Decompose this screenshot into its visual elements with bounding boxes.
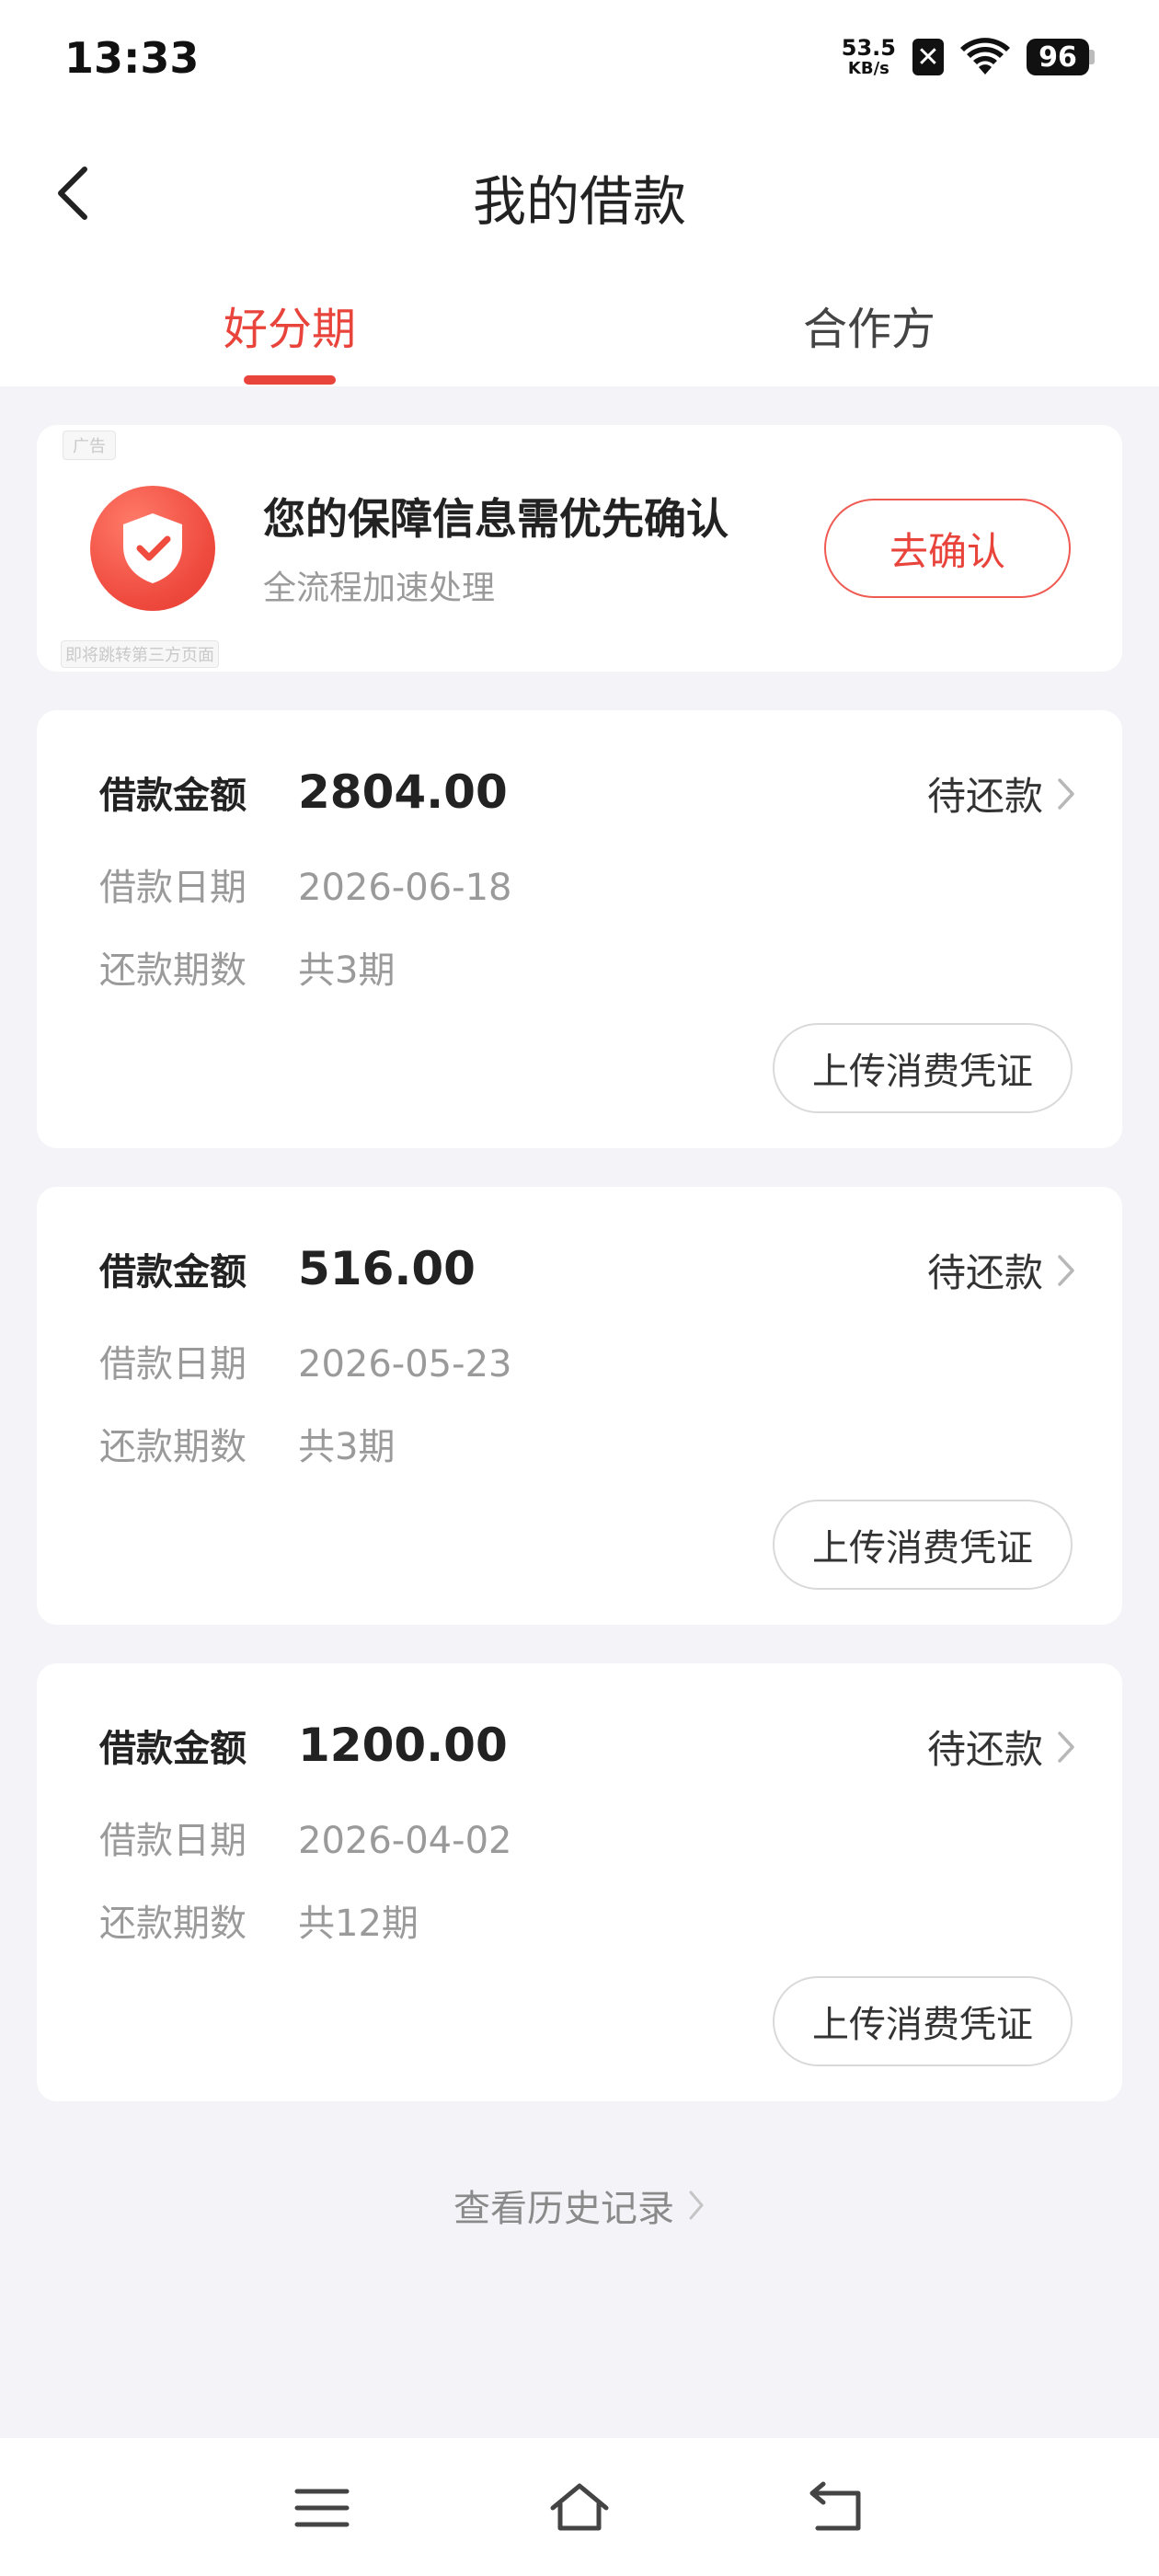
loan-amount-label: 借款金额 <box>99 1728 247 1770</box>
battery-level: 96 <box>1027 39 1089 75</box>
loan-periods-label: 还款期数 <box>99 1426 247 1468</box>
nav-bar: 我的借款 <box>0 138 1159 248</box>
battery-tip <box>1089 50 1095 64</box>
loan-card[interactable]: 借款金额 516.00 待还款 借款日期 2026-05-23 还款期数 共3期… <box>37 1187 1122 1625</box>
battery-icon: 96 <box>1027 39 1095 75</box>
upload-receipt-button[interactable]: 上传消费凭证 <box>773 1023 1073 1113</box>
loan-date-label: 借款日期 <box>99 867 247 909</box>
chevron-right-icon <box>1058 777 1074 810</box>
loan-date-label: 借款日期 <box>99 1820 247 1862</box>
loan-status-text: 待还款 <box>926 1727 1043 1772</box>
loan-amount-row: 借款金额 2804.00 <box>99 765 508 819</box>
confirm-button[interactable]: 去确认 <box>824 499 1071 598</box>
loan-periods-row: 还款期数 共12期 <box>99 1893 419 1947</box>
back-icon[interactable] <box>805 2478 869 2537</box>
loan-status[interactable]: 待还款 <box>927 1719 1076 1775</box>
loan-periods-row: 还款期数 共3期 <box>99 940 395 994</box>
page-title: 我的借款 <box>472 170 686 233</box>
loan-date-value: 2026-06-18 <box>298 867 512 909</box>
loan-periods-label: 还款期数 <box>99 1903 247 1945</box>
loan-status-text: 待还款 <box>926 774 1043 819</box>
menu-icon[interactable] <box>290 2478 354 2537</box>
loan-date-label: 借款日期 <box>99 1343 247 1386</box>
loan-date-row: 借款日期 2026-06-18 <box>99 857 511 911</box>
loan-card[interactable]: 借款金额 2804.00 待还款 借款日期 2026-06-18 还款期数 共3… <box>37 710 1122 1148</box>
home-icon[interactable] <box>547 2478 612 2537</box>
status-icons: 53.5 KB/s ✕ 96 <box>842 37 1095 77</box>
loan-periods-value: 共12期 <box>298 1903 419 1945</box>
view-history-link[interactable]: 查看历史记录 <box>0 2179 1159 2232</box>
ad-title: 您的保障信息需优先确认 <box>263 494 729 544</box>
chevron-right-icon <box>689 2191 704 2220</box>
chevron-right-icon <box>1058 1731 1074 1763</box>
chevron-right-icon <box>1058 1254 1074 1286</box>
view-history-text: 查看历史记录 <box>453 2188 674 2230</box>
loan-amount-value: 2804.00 <box>298 765 508 819</box>
loan-periods-label: 还款期数 <box>99 949 247 992</box>
system-nav-bar <box>0 2438 1159 2576</box>
loan-periods-row: 还款期数 共3期 <box>99 1417 395 1470</box>
loan-amount-label: 借款金额 <box>99 1251 247 1294</box>
wifi-icon <box>960 38 1010 76</box>
active-tab-indicator <box>244 375 336 385</box>
loan-amount-label: 借款金额 <box>99 775 247 817</box>
loan-amount-row: 借款金额 1200.00 <box>99 1719 508 1772</box>
loan-amount-value: 1200.00 <box>298 1719 508 1772</box>
status-time: 13:33 <box>64 33 200 83</box>
loan-amount-row: 借款金额 516.00 <box>99 1242 476 1295</box>
shield-check-icon <box>90 486 215 611</box>
tab-partner[interactable]: 合作方 <box>731 293 1007 357</box>
upload-receipt-button[interactable]: 上传消费凭证 <box>773 1976 1073 2066</box>
ad-tag: 广告 <box>63 431 116 460</box>
notification-x-icon: ✕ <box>912 39 944 75</box>
ad-banner[interactable]: 广告 您的保障信息需优先确认 全流程加速处理 去确认 即将跳转第三方页面 <box>37 425 1122 672</box>
network-speed-value: 53.5 <box>841 35 896 61</box>
ad-subtitle: 全流程加速处理 <box>263 569 496 607</box>
loan-date-row: 借款日期 2026-04-02 <box>99 1811 511 1864</box>
loan-status-text: 待还款 <box>926 1250 1043 1295</box>
status-bar: 13:33 53.5 KB/s ✕ 96 <box>0 0 1159 129</box>
loan-date-row: 借款日期 2026-05-23 <box>99 1334 511 1387</box>
loan-periods-value: 共3期 <box>298 1426 396 1468</box>
tab-haofenqi[interactable]: 好分期 <box>152 293 428 357</box>
loan-date-value: 2026-04-02 <box>298 1820 512 1862</box>
upload-receipt-button[interactable]: 上传消费凭证 <box>773 1500 1073 1590</box>
loan-periods-value: 共3期 <box>298 949 396 992</box>
ad-redirect-note: 即将跳转第三方页面 <box>61 640 219 668</box>
loan-status[interactable]: 待还款 <box>927 765 1076 822</box>
network-speed: 53.5 KB/s <box>842 37 896 77</box>
loan-date-value: 2026-05-23 <box>298 1343 512 1386</box>
network-speed-unit: KB/s <box>847 59 889 78</box>
loan-card[interactable]: 借款金额 1200.00 待还款 借款日期 2026-04-02 还款期数 共1… <box>37 1663 1122 2101</box>
loan-status[interactable]: 待还款 <box>927 1242 1076 1298</box>
loan-amount-value: 516.00 <box>298 1242 476 1295</box>
tab-bar: 好分期 合作方 <box>0 293 1159 386</box>
